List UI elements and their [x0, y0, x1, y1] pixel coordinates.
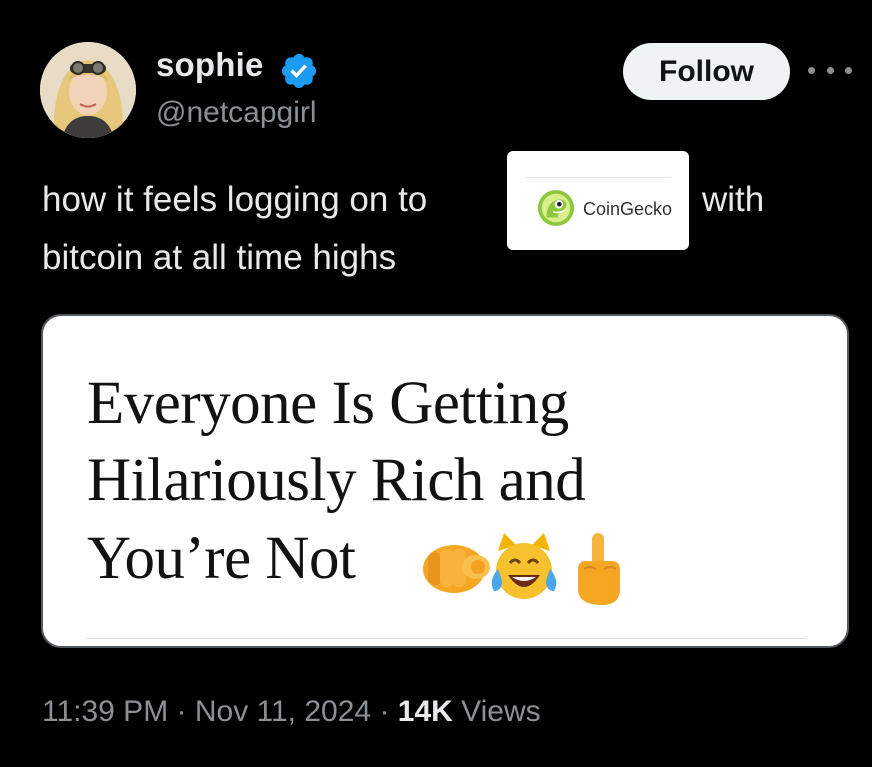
separator: ·	[371, 695, 398, 728]
tweet-time[interactable]: 11:39 PM	[42, 695, 168, 728]
follow-button[interactable]: Follow	[623, 43, 790, 100]
crying-laughing-cat-emoji	[491, 533, 557, 599]
more-dot	[845, 66, 852, 74]
separator: ·	[168, 695, 195, 728]
author-display-name[interactable]: sophie	[156, 46, 264, 84]
pointing-fist-emoji	[423, 545, 490, 593]
avatar[interactable]	[40, 42, 136, 138]
tweet-text-line1: how it feels logging on to	[42, 180, 428, 219]
tweet-media-image[interactable]: Everyone Is Getting Hilariously Rich and…	[41, 314, 849, 648]
headline-line3: You’re Not	[87, 525, 356, 592]
more-dot	[808, 66, 815, 74]
divider	[525, 177, 671, 178]
coingecko-logo-card: CoinGecko	[507, 151, 689, 250]
author-handle[interactable]: @netcapgirl	[156, 96, 317, 130]
tweet-text-line1-end: with	[702, 180, 765, 219]
coingecko-gecko-icon	[537, 189, 575, 227]
tweet-text-line2: bitcoin at all time highs	[42, 238, 397, 277]
emoji-row	[423, 533, 620, 605]
views-count[interactable]: 14K	[398, 695, 453, 728]
divider	[87, 638, 807, 639]
middle-finger-emoji	[578, 533, 620, 605]
verified-checkmark-icon	[281, 53, 317, 89]
headline-line2: Hilariously Rich and	[87, 447, 586, 514]
tweet-date[interactable]: Nov 11, 2024	[195, 695, 371, 728]
views-label: Views	[452, 695, 541, 728]
tweet-meta: 11:39 PM · Nov 11, 2024 · 14K Views	[42, 695, 541, 729]
headline-line1: Everyone Is Getting	[87, 370, 569, 437]
coingecko-label: CoinGecko	[583, 199, 673, 219]
more-dot	[826, 66, 834, 74]
avatar-image	[40, 42, 136, 138]
more-horizontal-icon[interactable]	[808, 58, 852, 82]
